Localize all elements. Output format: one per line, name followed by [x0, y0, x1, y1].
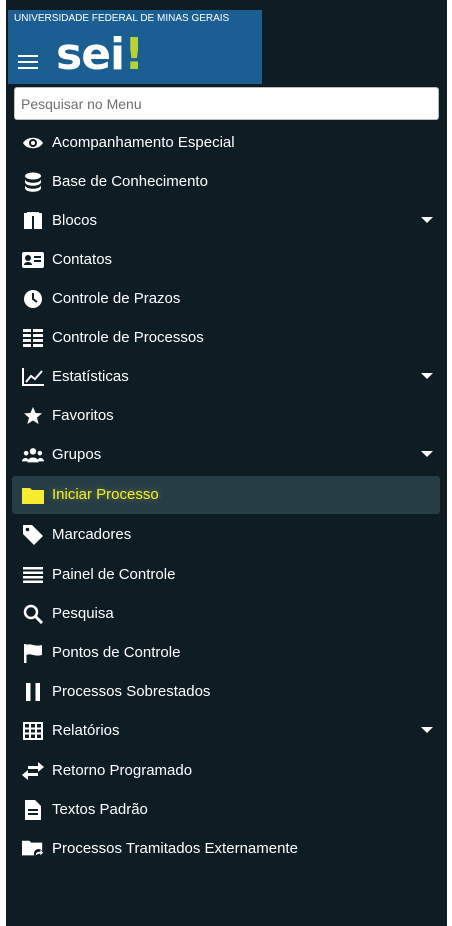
menu-item-controle-de-prazos[interactable]: Controle de Prazos	[12, 280, 440, 318]
menu-item-label: Contatos	[52, 251, 113, 268]
menu-item-relatorios[interactable]: Relatórios	[12, 712, 440, 750]
database-icon	[22, 172, 44, 192]
menu-item-pesquisa[interactable]: Pesquisa	[12, 595, 440, 633]
menu-item-processos-tramitados-externamente[interactable]: Processos Tramitados Externamente	[12, 830, 440, 868]
menu-item-grupos[interactable]: Grupos	[12, 436, 440, 474]
sei-logo[interactable]: sei!	[56, 26, 144, 84]
clock-icon	[22, 289, 44, 309]
exchange-icon	[22, 761, 44, 781]
menu-item-label: Painel de Controle	[52, 566, 176, 583]
users-icon	[22, 445, 44, 465]
menu-item-label: Base de Conhecimento	[52, 173, 208, 190]
folder-icon	[22, 485, 44, 505]
file-text-icon	[22, 800, 44, 820]
menu-item-label: Marcadores	[52, 526, 132, 543]
menu-item-contatos[interactable]: Contatos	[12, 241, 440, 279]
menu-item-label: Processos Tramitados Externamente	[52, 840, 298, 857]
folder-share-icon	[22, 839, 44, 859]
menu-item-label: Estatísticas	[52, 368, 129, 385]
eye-icon	[22, 133, 44, 153]
chevron-down-icon[interactable]	[421, 451, 433, 457]
menu-item-label: Pontos de Controle	[52, 644, 181, 661]
menu-item-label: Relatórios	[52, 722, 120, 739]
menu-item-label: Processos Sobrestados	[52, 683, 211, 700]
menu-item-acompanhamento-especial[interactable]: Acompanhamento Especial	[12, 124, 440, 162]
flag-icon	[22, 643, 44, 663]
menu-item-label: Textos Padrão	[52, 801, 148, 818]
menu-item-label: Blocos	[52, 212, 98, 229]
menu-item-base-de-conhecimento[interactable]: Base de Conhecimento	[12, 163, 440, 201]
menu-item-label: Pesquisa	[52, 605, 114, 622]
menu-search-input[interactable]	[14, 87, 439, 120]
chevron-down-icon[interactable]	[421, 373, 433, 379]
menu-item-label: Controle de Prazos	[52, 290, 181, 307]
menu-item-iniciar-processo[interactable]: Iniciar Processo	[12, 476, 440, 514]
menu-item-blocos[interactable]: Blocos	[12, 202, 440, 240]
chevron-down-icon[interactable]	[421, 217, 433, 223]
menu-item-textos-padrao[interactable]: Textos Padrão	[12, 791, 440, 829]
search-icon	[22, 604, 44, 624]
menu-item-label: Favoritos	[52, 407, 114, 424]
menu-item-processos-sobrestados[interactable]: Processos Sobrestados	[12, 673, 440, 711]
list-icon	[22, 328, 44, 348]
bars-icon	[22, 565, 44, 585]
menu-item-retorno-programado[interactable]: Retorno Programado	[12, 752, 440, 790]
menu-item-pontos-de-controle[interactable]: Pontos de Controle	[12, 634, 440, 672]
address-card-icon	[22, 250, 44, 270]
star-icon	[22, 406, 44, 426]
table-icon	[22, 721, 44, 741]
menu-item-controle-de-processos[interactable]: Controle de Processos	[12, 319, 440, 357]
menu-item-label: Iniciar Processo	[52, 486, 159, 503]
menu-item-label: Controle de Processos	[52, 329, 204, 346]
pause-icon	[22, 682, 44, 702]
blocks-icon	[22, 211, 44, 231]
menu-item-favoritos[interactable]: Favoritos	[12, 397, 440, 435]
menu-item-estatisticas[interactable]: Estatísticas	[12, 358, 440, 396]
tag-icon	[22, 525, 44, 545]
hamburger-menu-icon[interactable]	[18, 55, 38, 71]
line-chart-icon	[22, 367, 44, 387]
menu-item-label: Acompanhamento Especial	[52, 134, 235, 151]
menu-item-painel-de-controle[interactable]: Painel de Controle	[12, 556, 440, 594]
top-bar: sei!	[8, 28, 262, 84]
menu-item-marcadores[interactable]: Marcadores	[12, 516, 440, 554]
menu-item-label: Grupos	[52, 446, 102, 463]
menu-item-label: Retorno Programado	[52, 762, 193, 779]
chevron-down-icon[interactable]	[421, 727, 433, 733]
